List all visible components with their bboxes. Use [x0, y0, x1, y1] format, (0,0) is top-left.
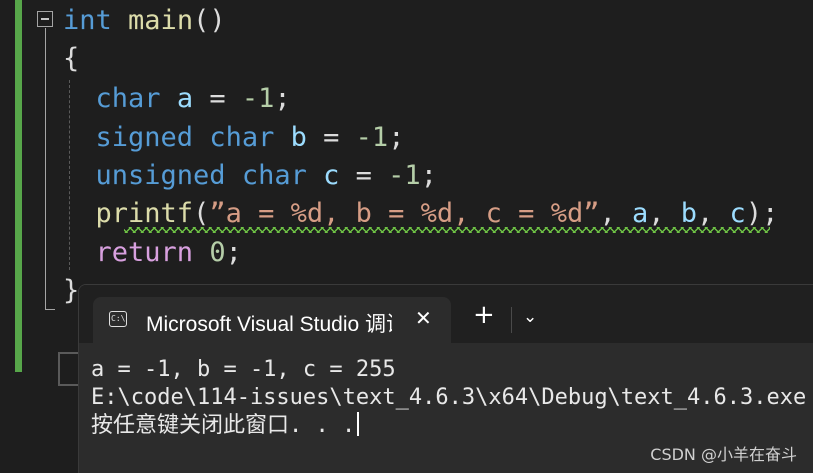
keyword: int [63, 5, 112, 36]
punctuation: ( [193, 198, 210, 229]
code-line-5[interactable]: unsigned char c = -1; [63, 157, 437, 195]
close-icon[interactable]: ✕ [415, 306, 432, 330]
fold-guide-end [45, 309, 55, 310]
string-literal: ”a = %d, b = %d, c = %d” [209, 198, 600, 229]
punctuation: () [193, 5, 226, 36]
change-indicator-bar [15, 0, 22, 372]
open-brace: { [63, 43, 80, 74]
variable: c [323, 160, 340, 191]
variable: b [290, 122, 307, 153]
watermark: CSDN @小羊在奋斗 [650, 445, 797, 464]
variable: b [680, 198, 698, 229]
punctuation: , [648, 198, 681, 229]
punctuation: , [697, 198, 730, 229]
console-icon: C:\ [109, 311, 127, 327]
fold-guide-line [45, 28, 46, 310]
warning-squiggle[interactable] [124, 227, 770, 233]
number-literal: 0 [209, 237, 226, 268]
keyword: unsigned [95, 160, 226, 191]
prompt-text: 按任意键关闭此窗口. . . [91, 413, 356, 438]
keyword: return [95, 237, 194, 268]
tab-divider [511, 307, 512, 333]
text-cursor [357, 412, 360, 436]
collapse-icon[interactable] [37, 11, 53, 27]
keyword: char [241, 160, 307, 191]
keyword: signed [95, 122, 194, 153]
semicolon: ; [388, 122, 405, 153]
tab-strip: C:\ Microsoft Visual Studio 调试控制台 ✕ + ⌄ [79, 285, 813, 343]
code-line-4[interactable]: signed char b = -1; [63, 119, 405, 157]
tab-title: Microsoft Visual Studio 调试控制台 [146, 313, 392, 336]
output-line-1: a = -1, b = -1, c = 255 [91, 357, 396, 382]
code-line-1[interactable]: int main() [63, 2, 226, 40]
keyword: char [209, 122, 275, 153]
operator: = [193, 83, 242, 114]
number-literal: -1 [241, 83, 275, 114]
close-brace: } [63, 275, 80, 306]
output-line-2: E:\code\114-issues\text_4.6.3\x64\Debug\… [91, 385, 807, 410]
punctuation: , [599, 198, 632, 229]
output-line-3: 按任意键关闭此窗口. . . [91, 412, 360, 440]
variable: a [176, 83, 194, 114]
number-literal: -1 [388, 160, 421, 191]
new-tab-icon[interactable]: + [473, 302, 495, 328]
number-literal: -1 [355, 122, 389, 153]
function-name: printf [95, 198, 194, 229]
tab-debug-console[interactable]: C:\ Microsoft Visual Studio 调试控制台 ✕ [93, 297, 451, 343]
punctuation: ); [745, 198, 779, 229]
code-line-8[interactable]: } [63, 272, 79, 310]
console-icon-label: C:\ [111, 314, 126, 323]
semicolon: ; [274, 83, 291, 114]
variable: a [631, 198, 649, 229]
semicolon: ; [225, 237, 242, 268]
keyword: char [95, 83, 161, 114]
operator: = [339, 160, 389, 191]
operator: = [306, 122, 356, 153]
variable: c [729, 198, 746, 229]
chevron-down-icon[interactable]: ⌄ [523, 307, 537, 327]
code-line-2[interactable]: { [63, 40, 79, 78]
code-line-7[interactable]: return 0; [63, 234, 242, 272]
code-line-3[interactable]: char a = -1; [63, 80, 291, 118]
function-name: main [128, 5, 194, 36]
semicolon: ; [420, 160, 437, 191]
